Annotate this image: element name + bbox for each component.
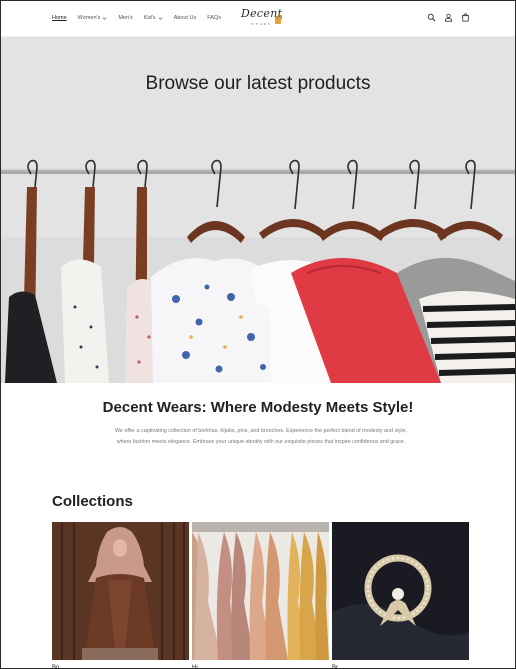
- nav-item-about[interactable]: About Us: [174, 15, 197, 21]
- site-logo[interactable]: Decent WEARS: [237, 7, 285, 31]
- search-icon[interactable]: [427, 13, 436, 22]
- nav-item-kids[interactable]: Kid's: [144, 15, 163, 21]
- header-icons: [427, 13, 470, 22]
- collection-card-hijabs[interactable]: [192, 522, 329, 660]
- collections-heading: Collections: [52, 493, 133, 510]
- page-frame: Home Women's Men's Kid's About Us FAQs D…: [0, 0, 516, 669]
- hero-title: Browse our latest products: [145, 73, 371, 94]
- collection-card-brooches[interactable]: [332, 522, 469, 660]
- site-header: Home Women's Men's Kid's About Us FAQs D…: [1, 1, 515, 37]
- nav-item-mens[interactable]: Men's: [118, 15, 133, 21]
- nav-item-label: Men's: [118, 15, 133, 21]
- collection-label-borkhas[interactable]: Bo: [52, 665, 59, 668]
- nav-item-label: Kid's: [143, 15, 156, 21]
- chevron-down-icon: [103, 17, 107, 20]
- chevron-down-icon: [158, 17, 162, 20]
- main-nav: Home Women's Men's Kid's About Us FAQs: [52, 15, 232, 21]
- nav-item-label: Home: [52, 15, 67, 21]
- logo-subtitle: WEARS: [251, 22, 272, 26]
- nav-item-label: About Us: [173, 15, 197, 21]
- nav-item-label: Women's: [77, 15, 101, 21]
- nav-item-faqs[interactable]: FAQs: [207, 15, 221, 21]
- brooches-collection-image: [332, 522, 469, 660]
- intro-paragraph: We offer a captivating collection of bor…: [114, 428, 408, 445]
- nav-item-label: FAQs: [207, 15, 221, 21]
- shopping-bag-logo-icon: [275, 15, 282, 24]
- cart-icon[interactable]: [461, 13, 470, 22]
- hero-banner: Browse our latest products: [1, 37, 515, 383]
- collection-label-hijabs[interactable]: Hi: [192, 665, 198, 668]
- hijabs-collection-image: [192, 522, 329, 660]
- nav-item-home[interactable]: Home: [52, 15, 67, 21]
- account-icon[interactable]: [444, 13, 453, 22]
- collection-label-brooches[interactable]: Br: [332, 665, 338, 668]
- collection-card-borkhas[interactable]: [52, 522, 189, 660]
- borkhas-collection-image: [52, 522, 189, 660]
- nav-item-womens[interactable]: Women's: [78, 15, 108, 21]
- intro-heading: Decent Wears: Where Modesty Meets Style!: [102, 399, 414, 416]
